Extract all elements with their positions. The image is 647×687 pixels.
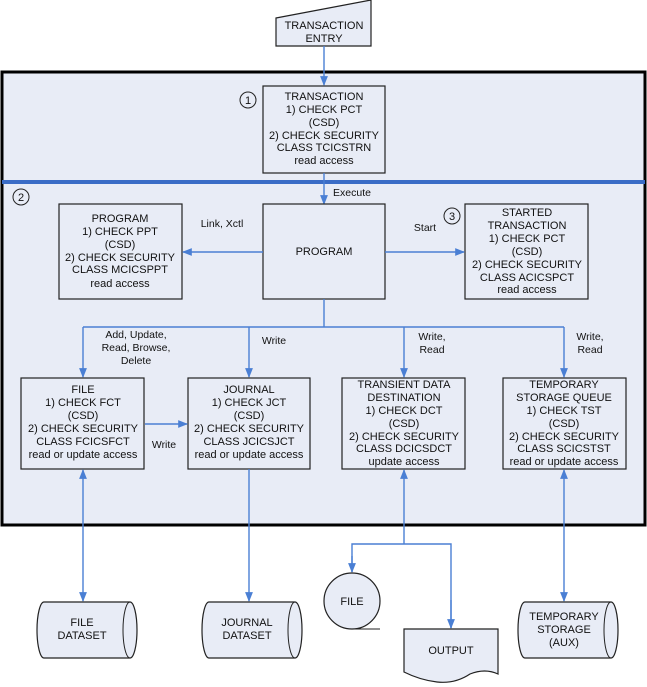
node-text: 1 (245, 95, 251, 107)
node-text: FILE (340, 596, 363, 608)
node-text: (CSD) (389, 418, 420, 430)
file-ops-label: Add, Update, (105, 329, 166, 341)
node-text: (AUX) (549, 637, 579, 649)
node-text: CLASS FCICSFCT (36, 436, 130, 448)
node-text: read or update access (29, 449, 138, 461)
node-text: CLASS JCICSJCT (203, 436, 294, 448)
node-text: TEMPORARY (529, 611, 599, 623)
node-text: JOURNAL (221, 617, 272, 629)
start-label: Start (414, 222, 436, 234)
node-text: read or update access (195, 449, 304, 461)
node-text: JOURNAL (223, 384, 274, 396)
started-transaction-node: STARTED TRANSACTION 1) CHECK PCT (CSD) 2… (464, 203, 589, 300)
tsq-ops-label: Write, (576, 331, 603, 343)
node-text: 1) CHECK PPT (82, 226, 158, 238)
node-text: STORAGE QUEUE (516, 392, 612, 404)
node-text: FILE (70, 617, 93, 629)
node-text: TEMPORARY (529, 379, 599, 391)
node-text: 2) CHECK SECURITY (509, 431, 620, 443)
temp-storage-queue-node: TEMPORARY STORAGE QUEUE 1) CHECK TST (CS… (502, 377, 627, 470)
node-text: CLASS ACICSPCT (480, 272, 574, 284)
node-text: 2) CHECK SECURITY (269, 130, 380, 142)
tsq-ops-label: Read (577, 344, 602, 356)
node-text: 1) CHECK TST (527, 405, 602, 417)
transient-data-node: TRANSIENT DATA DESTINATION 1) CHECK DCT … (341, 377, 466, 470)
node-text: STARTED (502, 207, 552, 219)
node-text: 2) CHECK SECURITY (349, 431, 460, 443)
journal-dataset-node: JOURNAL DATASET (201, 601, 303, 659)
node-text: TRANSIENT DATA (358, 379, 452, 391)
node-text: CLASS MCICSPPT (72, 264, 168, 276)
node-text: TRANSACTION (285, 20, 364, 32)
temporary-storage-node: TEMPORARY STORAGE (AUX) (517, 601, 619, 659)
node-text: 1) CHECK JCT (212, 397, 287, 409)
tdd-ops-label: Write, (418, 331, 445, 343)
file-ops-label: Delete (121, 355, 152, 367)
node-text: read or update access (510, 456, 619, 468)
tdd-ops-label: Read (419, 344, 444, 356)
journal-node: JOURNAL 1) CHECK JCT (CSD) 2) CHECK SECU… (187, 377, 311, 470)
node-text: TRANSACTION (285, 91, 364, 103)
cics-security-diagram: TRANSACTION ENTRY TRANSACTION 1) CHECK P… (0, 0, 647, 683)
node-text: CLASS TCICSTRN (277, 142, 372, 154)
link-label: Link, Xctl (201, 218, 244, 230)
node-text: (CSD) (549, 418, 580, 430)
node-text: PROGRAM (92, 213, 149, 225)
node-text: TRANSACTION (488, 220, 567, 232)
program-node: PROGRAM (262, 203, 386, 300)
td-output-node: OUTPUT (403, 628, 499, 683)
node-text: DATASET (222, 630, 271, 642)
node-text: 1) CHECK PCT (286, 104, 363, 116)
file-ops-label: Read, Browse, (102, 342, 171, 354)
node-text: read access (294, 155, 354, 167)
node-text: 2) CHECK SECURITY (194, 423, 305, 435)
node-text: (CSD) (512, 246, 543, 258)
node-text: CLASS SCICSTST (517, 443, 611, 455)
node-text: 1) CHECK DCT (365, 405, 442, 417)
node-text: read access (497, 284, 557, 296)
node-text: 2) CHECK SECURITY (472, 259, 583, 271)
file-to-journal-label: Write (152, 439, 176, 451)
node-text: 3 (449, 211, 455, 223)
node-text: update access (369, 456, 440, 468)
node-text: read access (90, 278, 150, 290)
file-node: FILE 1) CHECK FCT (CSD) 2) CHECK SECURIT… (20, 377, 145, 470)
file-dataset-node: FILE DATASET (36, 601, 138, 659)
journal-op-label: Write (262, 335, 286, 347)
execute-label: Execute (333, 187, 371, 199)
node-text: STORAGE (537, 624, 591, 636)
node-text: ENTRY (305, 33, 343, 45)
node-text: (CSD) (309, 117, 340, 129)
node-text: DESTINATION (367, 392, 440, 404)
transaction-node: TRANSACTION 1) CHECK PCT (CSD) 2) CHECK … (262, 85, 386, 174)
node-text: (CSD) (105, 239, 136, 251)
node-text: 2) CHECK SECURITY (65, 252, 176, 264)
node-text: 2) CHECK SECURITY (28, 423, 139, 435)
node-text: 2 (18, 192, 24, 204)
node-text: OUTPUT (428, 645, 474, 657)
node-text: 1) CHECK PCT (489, 233, 566, 245)
node-text: DATASET (57, 630, 106, 642)
node-text: 1) CHECK FCT (45, 397, 121, 409)
node-text: FILE (71, 384, 94, 396)
node-text: CLASS DCICSDCT (356, 443, 452, 455)
node-text: PROGRAM (296, 246, 353, 258)
program-link-node: PROGRAM 1) CHECK PPT (CSD) 2) CHECK SECU… (58, 203, 183, 300)
node-text: (CSD) (234, 410, 265, 422)
td-file-node: FILE (323, 572, 381, 630)
transaction-entry-node: TRANSACTION ENTRY (275, 0, 372, 47)
node-text: (CSD) (68, 410, 99, 422)
